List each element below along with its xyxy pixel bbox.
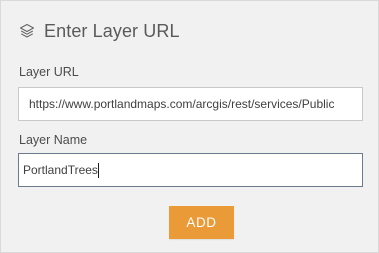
layer-url-value: https://www.portlandmaps.com/arcgis/rest…	[29, 97, 335, 111]
layer-name-value: PortlandTrees	[23, 163, 98, 177]
panel-header: Enter Layer URL	[18, 19, 180, 43]
layers-icon	[18, 22, 36, 40]
panel-title: Enter Layer URL	[44, 20, 180, 41]
enter-layer-url-panel: Enter Layer URL Layer URL https://www.po…	[0, 0, 379, 253]
add-button[interactable]: ADD	[169, 206, 234, 239]
layer-name-label: Layer Name	[19, 133, 88, 147]
text-cursor	[97, 162, 99, 178]
layer-url-input[interactable]: https://www.portlandmaps.com/arcgis/rest…	[18, 87, 363, 121]
layer-name-input[interactable]: PortlandTrees	[18, 153, 363, 187]
layer-url-label: Layer URL	[19, 65, 79, 79]
